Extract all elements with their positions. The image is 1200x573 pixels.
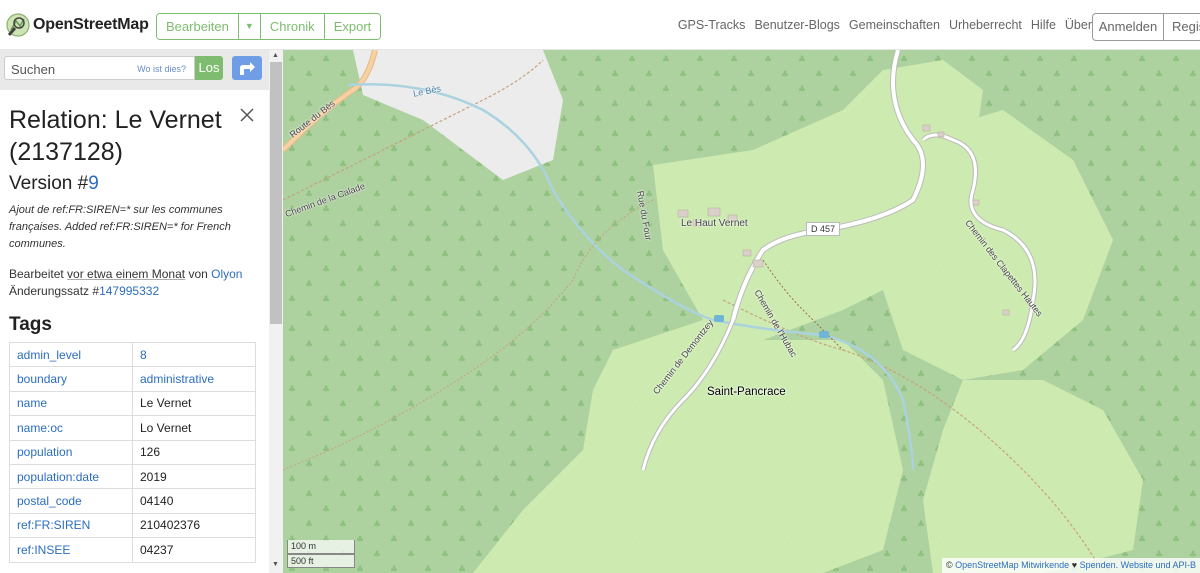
edited-time: vor etwa einem Monat <box>67 267 186 281</box>
brand-name[interactable]: OpenStreetMap <box>33 16 149 34</box>
edited-prefix: Bearbeitet <box>9 267 68 281</box>
tag-key[interactable]: boundary <box>9 366 133 392</box>
nav-gps-tracks[interactable]: GPS-Tracks <box>678 18 746 32</box>
attribution-rest[interactable]: . Website und API-B <box>1116 560 1196 570</box>
nav-copyright[interactable]: Urheberrecht <box>949 18 1022 32</box>
map-canvas: ♣ ♣ · <box>283 50 1200 573</box>
edit-meta: Bearbeitet vor etwa einem Monat von Olyo… <box>9 266 267 300</box>
nav-about[interactable]: Über <box>1065 18 1092 32</box>
changeset-comment: Ajout de ref:FR:SIREN=* sur les communes… <box>9 204 231 250</box>
tag-value: 210402376 <box>132 512 256 539</box>
login-button[interactable]: Anmelden <box>1092 13 1164 41</box>
tag-value: 2019 <box>132 463 256 490</box>
tag-value: 04140 <box>132 488 256 514</box>
tag-key[interactable]: name <box>9 390 133 417</box>
table-row: population 126 <box>9 439 256 465</box>
page-title: Relation: Le Vernet (2137128) <box>9 106 222 166</box>
route-shield-d457: D 457 <box>806 222 841 236</box>
table-row: admin_level 8 <box>9 341 256 368</box>
tag-value[interactable]: administrative <box>132 366 256 392</box>
sidebar: Suchen Wo ist dies? Los Relation: Le Ver… <box>0 50 283 573</box>
changeset-link[interactable]: 147995332 <box>99 284 159 298</box>
map-view[interactable]: ♣ ♣ · <box>283 50 1200 573</box>
scroll-up-icon[interactable]: ▲ <box>272 52 279 59</box>
relation-panel: Relation: Le Vernet (2137128) Version #9… <box>0 90 269 573</box>
scale-metric: 100 m <box>287 540 355 554</box>
tags-heading: Tags <box>9 314 52 335</box>
tag-key[interactable]: admin_level <box>9 341 133 368</box>
edit-button-group: Bearbeiten ▼ Chronik Export <box>156 13 382 40</box>
tag-key[interactable]: postal_code <box>9 488 133 514</box>
register-button[interactable]: Regis <box>1163 13 1200 41</box>
nav-user-blogs[interactable]: Benutzer-Blogs <box>754 18 839 32</box>
tag-key[interactable]: ref:INSEE <box>9 537 133 563</box>
tag-value: 04237 <box>132 537 256 563</box>
map-attribution: © OpenStreetMap Mitwirkende ♥ Spenden. W… <box>942 558 1200 573</box>
search-input[interactable]: Suchen Wo ist dies? <box>4 56 195 80</box>
donate-link[interactable]: Spenden <box>1080 560 1116 570</box>
tag-value[interactable]: 8 <box>132 341 256 368</box>
tags-table: admin_level 8 boundary administrative name Le… <box>9 341 256 563</box>
version-heading: Version #9 <box>9 173 99 195</box>
top-nav: GPS-Tracks Benutzer-Blogs Gemeinschaften… <box>678 18 1092 32</box>
edit-button[interactable]: Bearbeiten <box>157 14 239 39</box>
search-placeholder: Suchen <box>11 62 56 77</box>
search-go-button[interactable]: Los <box>195 56 223 80</box>
label-hamlet: Le Haut Vernet <box>681 218 748 229</box>
attribution-prefix: © <box>946 560 956 570</box>
history-button[interactable]: Chronik <box>260 14 325 39</box>
tag-value: 126 <box>132 439 256 465</box>
attribution-osm-link[interactable]: OpenStreetMap Mitwirkende <box>955 560 1069 570</box>
where-is-this-link[interactable]: Wo ist dies? <box>137 64 186 74</box>
scale-imperial: 500 ft <box>287 554 355 568</box>
nav-communities[interactable]: Gemeinschaften <box>849 18 940 32</box>
search-bar: Suchen Wo ist dies? Los <box>0 50 283 90</box>
tag-key[interactable]: population:date <box>9 463 133 490</box>
export-button[interactable]: Export <box>324 14 381 39</box>
directions-icon <box>240 62 255 75</box>
table-row: postal_code 04140 <box>9 488 256 514</box>
version-link[interactable]: 9 <box>88 173 99 194</box>
table-row: ref:FR:SIREN 210402376 <box>9 512 256 539</box>
table-row: population:date 2019 <box>9 463 256 490</box>
scroll-down-icon[interactable]: ▼ <box>272 561 279 568</box>
table-row: boundary administrative <box>9 366 256 392</box>
scrollbar-thumb[interactable] <box>270 62 282 324</box>
tag-key[interactable]: population <box>9 439 133 465</box>
directions-button[interactable] <box>232 56 262 80</box>
changeset-label: Änderungssatz # <box>9 284 100 298</box>
tag-key[interactable]: ref:FR:SIREN <box>9 512 133 539</box>
tag-key[interactable]: name:oc <box>9 415 133 441</box>
header: OpenStreetMap Bearbeiten ▼ Chronik Expor… <box>0 0 1200 50</box>
map-scale: 100 m 500 ft <box>287 540 355 568</box>
place-label-saint-pancrace: Saint-Pancrace <box>707 386 786 398</box>
tag-value: Le Vernet <box>132 390 256 417</box>
nav-help[interactable]: Hilfe <box>1031 18 1056 32</box>
close-icon[interactable] <box>239 107 255 123</box>
table-row: name:oc Lo Vernet <box>9 415 256 441</box>
version-label: Version # <box>9 173 89 194</box>
tag-value: Lo Vernet <box>132 415 256 441</box>
table-row: name Le Vernet <box>9 390 256 417</box>
edit-dropdown-chevron-down-icon[interactable]: ▼ <box>238 14 261 39</box>
attribution-heart: ♥ <box>1069 560 1080 570</box>
edited-by: von <box>185 267 212 281</box>
osm-logo-icon[interactable] <box>6 12 30 38</box>
table-row: ref:INSEE 04237 <box>9 537 256 563</box>
user-link[interactable]: Olyon <box>211 267 242 281</box>
